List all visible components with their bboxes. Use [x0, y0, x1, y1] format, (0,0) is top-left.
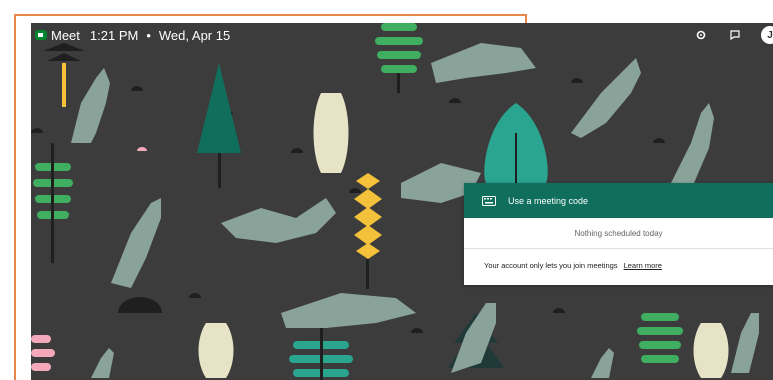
keyboard-icon: [482, 195, 496, 206]
schedule-status: Nothing scheduled today: [464, 218, 773, 249]
account-notice-text: Your account only lets you join meetings: [484, 260, 618, 270]
top-bar: Meet 1:21 PM • Wed, Apr 15 J: [31, 23, 773, 47]
learn-more-link[interactable]: Learn more: [624, 261, 662, 270]
feedback-icon[interactable]: [727, 27, 743, 43]
settings-icon[interactable]: [693, 27, 709, 43]
separator-dot: •: [146, 27, 151, 43]
top-actions: J: [675, 23, 773, 47]
meet-landing: Meet 1:21 PM • Wed, Apr 15 J Use a meeti…: [31, 23, 773, 380]
clock-date: Wed, Apr 15: [158, 27, 231, 43]
brand-name: Meet: [51, 27, 80, 43]
avatar[interactable]: J: [761, 26, 773, 44]
account-notice: Your account only lets you join meetings…: [464, 249, 773, 281]
meeting-card: Use a meeting code Nothing scheduled tod…: [464, 183, 773, 285]
clock-time: 1:21 PM: [89, 27, 139, 43]
use-meeting-code-button[interactable]: Use a meeting code: [464, 183, 773, 218]
use-meeting-code-label: Use a meeting code: [508, 195, 589, 206]
meet-logo-icon: [35, 29, 47, 41]
